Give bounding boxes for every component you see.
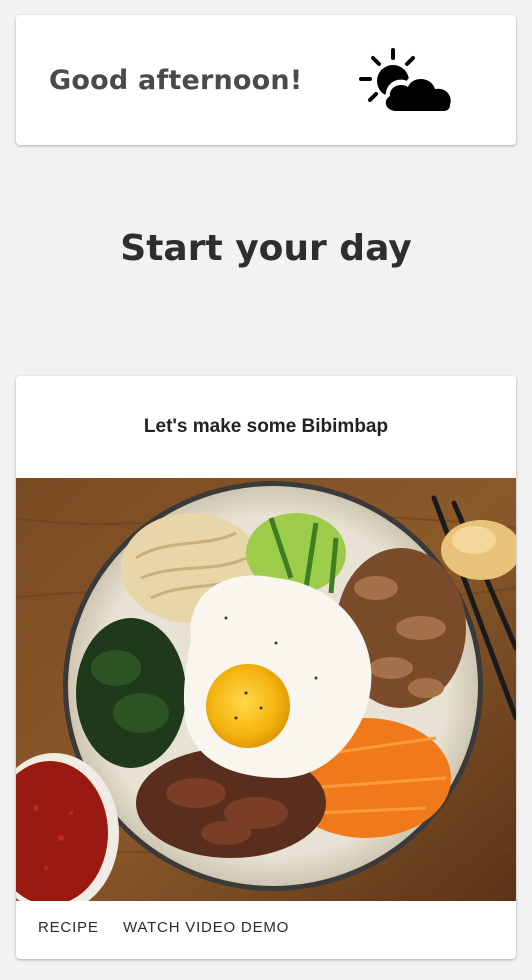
recipe-button[interactable]: RECIPE [38, 919, 99, 936]
watch-video-demo-button[interactable]: WATCH VIDEO DEMO [123, 919, 289, 936]
partly-cloudy-sun-icon [359, 48, 456, 115]
recipe-title: Let's make some Bibimbap [143, 416, 389, 437]
bibimbap-image [16, 478, 516, 901]
greeting-card: Good afternoon! [16, 15, 516, 145]
recipe-card: Let's make some Bibimbap RECIPE WATCH VI… [16, 376, 516, 959]
page-headline: Start your day [120, 228, 412, 269]
greeting-text: Good afternoon! [49, 65, 303, 96]
card-actions: RECIPE WATCH VIDEO DEMO [16, 901, 516, 959]
